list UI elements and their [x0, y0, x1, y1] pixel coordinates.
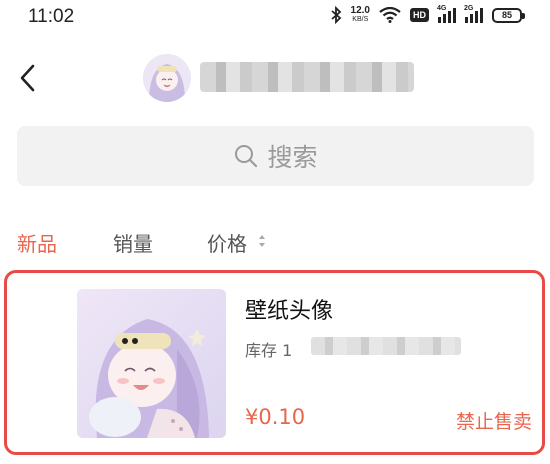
shop-header [0, 40, 550, 116]
search-icon [235, 145, 258, 168]
avatar-illustration [143, 54, 191, 102]
network-speed-unit: KB/S [352, 16, 369, 23]
tab-sales[interactable]: 销量 [113, 228, 153, 257]
status-icons: 12.0 KB/S HD 4G 2G 85 [330, 4, 525, 24]
status-bar: 11:02 12.0 KB/S HD 4G 2G 85 [0, 0, 550, 34]
shop-name-redacted [200, 62, 414, 92]
signal-2-tag: 2G [464, 4, 474, 12]
status-time: 11:02 [28, 6, 75, 27]
battery-level: 85 [501, 10, 512, 20]
sort-arrows-icon[interactable] [258, 234, 266, 248]
signal-1-icon: 4G [437, 4, 456, 23]
chevron-left-icon[interactable] [14, 58, 42, 98]
product-title: 壁纸头像 [245, 299, 334, 324]
product-illustration [77, 289, 226, 438]
tab-price[interactable]: 价格 [207, 228, 247, 257]
shop-avatar[interactable] [143, 54, 191, 102]
tab-new[interactable]: 新品 [17, 228, 57, 257]
wifi-icon [379, 7, 401, 23]
bluetooth-icon [330, 6, 341, 24]
ban-sale-button[interactable]: 禁止售卖 [456, 407, 532, 434]
search-placeholder: 搜索 [267, 143, 318, 172]
product-image[interactable] [77, 289, 226, 438]
product-card[interactable]: 壁纸头像 库存 1 ¥0.10 禁止售卖 [4, 270, 545, 455]
search-bar[interactable]: 搜索 [17, 126, 534, 186]
sort-tabs: 新品 销量 价格 [0, 220, 550, 260]
network-speed-value: 12.0 [350, 5, 370, 16]
signal-1-tag: 4G [437, 4, 447, 12]
hd-badge: HD [410, 8, 429, 22]
network-speed: 12.0 KB/S [351, 6, 370, 24]
product-price: ¥0.10 [245, 405, 306, 429]
stock-detail-redacted [311, 337, 461, 355]
product-stock: 库存 1 [245, 341, 293, 360]
battery-icon: 85 [492, 7, 525, 23]
signal-2-icon: 2G [464, 4, 483, 23]
